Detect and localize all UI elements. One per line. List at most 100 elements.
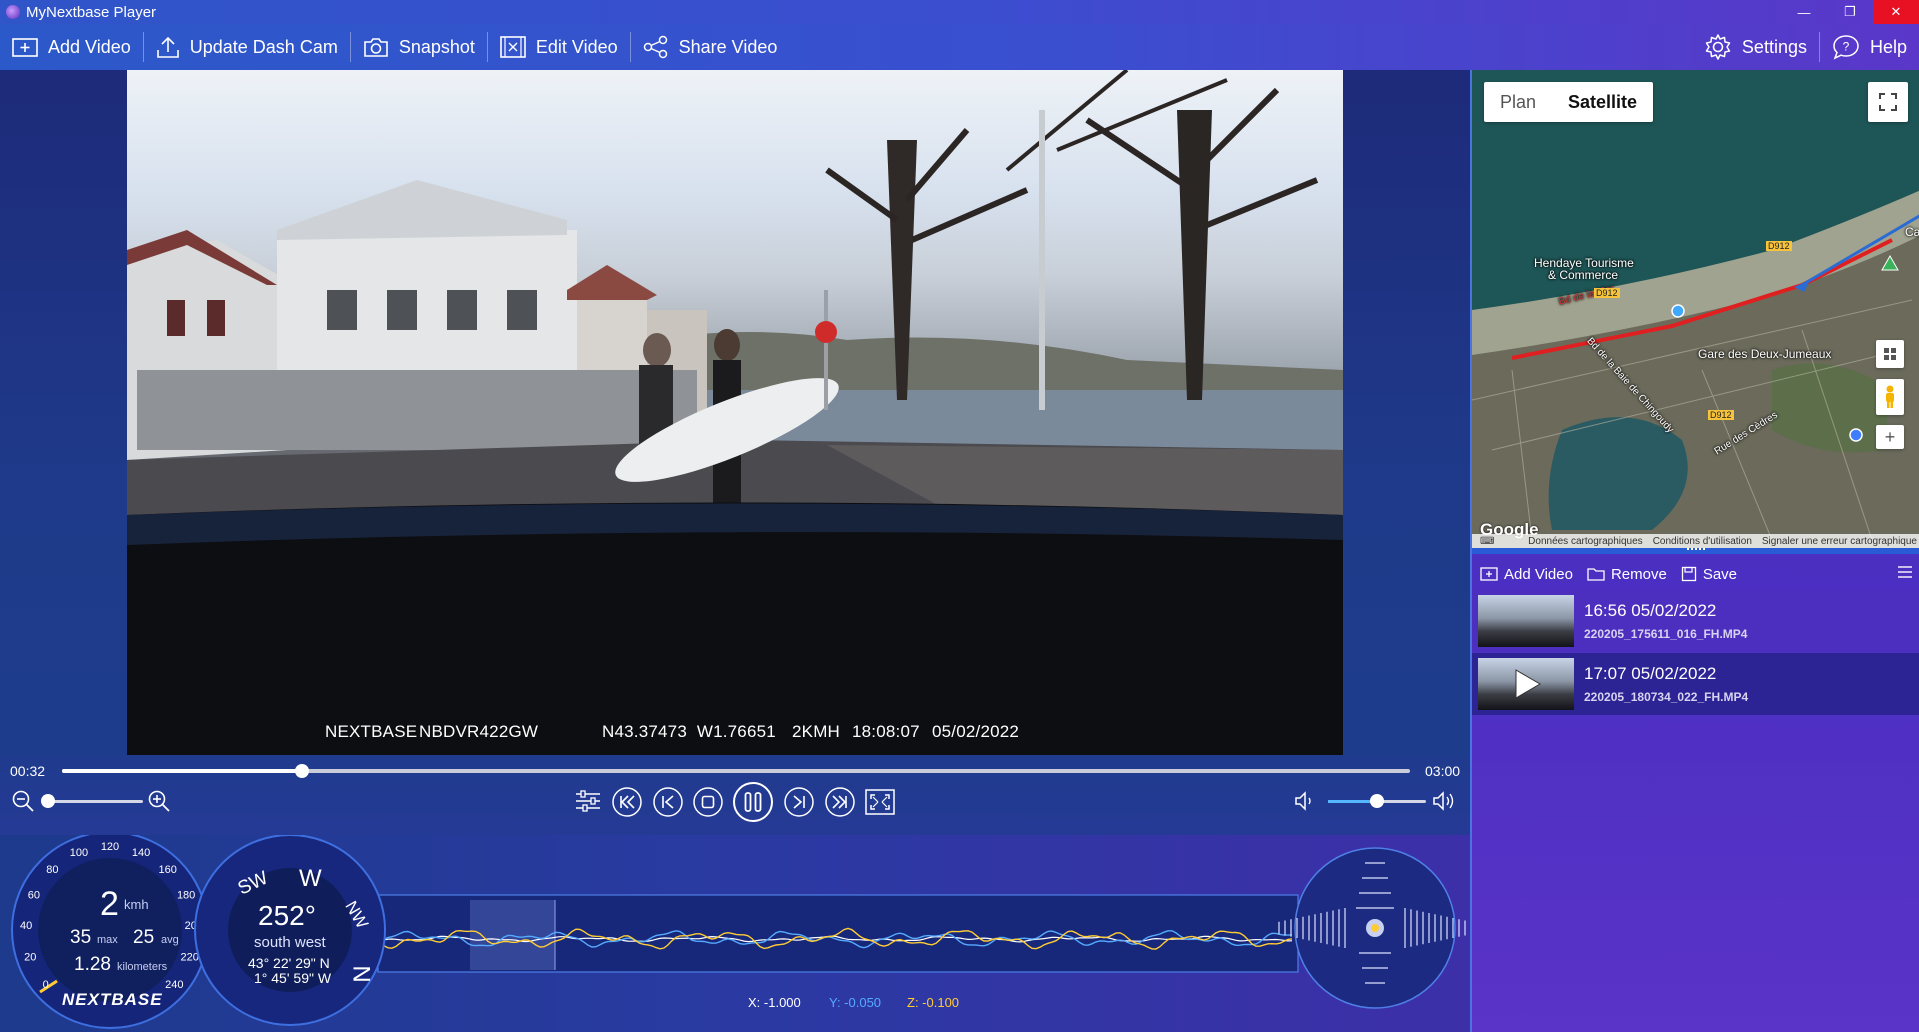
playlist-remove-button[interactable]: Remove bbox=[1587, 566, 1667, 583]
playlist-item[interactable]: 17:07 05/02/2022 220205_180734_022_FH.MP… bbox=[1472, 653, 1919, 715]
playlist-save-button[interactable]: Save bbox=[1681, 566, 1737, 583]
add-video-icon bbox=[12, 38, 38, 57]
zoom-slider-handle[interactable] bbox=[41, 794, 55, 808]
speed-tick-label: 40 bbox=[20, 920, 32, 932]
video-frame-image bbox=[127, 70, 1343, 755]
overlay-date: 05/02/2022 bbox=[932, 722, 1020, 741]
side-panel: Plan Satellite + Hendaye Tourisme & Comm… bbox=[1470, 70, 1919, 1032]
edit-video-label: Edit Video bbox=[535, 36, 618, 57]
distance-label: kilometers bbox=[117, 961, 168, 973]
keyboard-icon: ⌨ bbox=[1480, 535, 1495, 547]
progress-bar[interactable] bbox=[62, 764, 1410, 778]
snapshot-label: Snapshot bbox=[398, 36, 475, 57]
playlist-save-label: Save bbox=[1702, 565, 1738, 583]
pause-button[interactable] bbox=[732, 781, 774, 823]
next-frame-button[interactable] bbox=[783, 786, 815, 818]
map-road-badge: D912 bbox=[1594, 288, 1620, 298]
playlist-item-filename: 220205_175611_016_FH.MP4 bbox=[1584, 627, 1748, 641]
map-layers-button[interactable] bbox=[1876, 340, 1904, 368]
street-view-button[interactable] bbox=[1876, 379, 1904, 415]
total-time: 03:00 bbox=[1425, 763, 1461, 779]
minimize-button[interactable]: — bbox=[1781, 0, 1827, 24]
elapsed-time: 00:32 bbox=[10, 763, 46, 779]
playlist-toggle-button[interactable] bbox=[573, 787, 603, 815]
map-type-toggle: Plan Satellite bbox=[1484, 82, 1654, 122]
video-player[interactable]: NEXTBASE NBDVR422GW N43.37473 W1.76651 2… bbox=[127, 70, 1343, 755]
camera-icon bbox=[364, 38, 388, 57]
avg-speed: 25 bbox=[133, 927, 155, 948]
map-attribution: ⌨ Données cartographiques Conditions d'u… bbox=[1472, 534, 1919, 548]
snapshot-button[interactable]: Snapshot bbox=[351, 24, 487, 70]
playlist-menu-button[interactable] bbox=[1897, 565, 1913, 583]
speed-tick-label: 140 bbox=[132, 847, 150, 859]
map-zoom-in-button[interactable]: + bbox=[1876, 425, 1904, 449]
map-road-badge: D912 bbox=[1708, 410, 1734, 420]
playlist-item[interactable]: 16:56 05/02/2022 220205_175611_016_FH.MP… bbox=[1472, 590, 1919, 652]
close-button[interactable]: ✕ bbox=[1873, 0, 1919, 24]
satellite-map-image bbox=[1472, 70, 1919, 548]
help-button[interactable]: ? Help bbox=[1820, 24, 1919, 70]
panel-resize-handle[interactable] bbox=[1472, 548, 1919, 554]
speed-tick-label: 100 bbox=[70, 847, 88, 859]
level-indicator-dot bbox=[1371, 924, 1379, 932]
share-video-button[interactable]: Share Video bbox=[631, 24, 790, 70]
expand-icon bbox=[1879, 93, 1897, 111]
zoom-out-button[interactable] bbox=[10, 788, 36, 814]
volume-slider-handle[interactable] bbox=[1370, 794, 1384, 808]
map-fullscreen-button[interactable] bbox=[1868, 82, 1908, 122]
map-type-satellite[interactable]: Satellite bbox=[1552, 82, 1653, 122]
zoom-in-button[interactable] bbox=[146, 788, 172, 814]
skip-to-start-button[interactable] bbox=[611, 786, 643, 818]
gsensor-z-value: Z: -0.100 bbox=[907, 995, 960, 1010]
volume-up-button[interactable] bbox=[1431, 788, 1459, 814]
gsensor-position-window bbox=[470, 900, 555, 970]
share-icon bbox=[643, 35, 667, 59]
play-icon bbox=[1515, 669, 1541, 699]
toolbar: Add Video Update Dash Cam Snapshot Edit … bbox=[0, 24, 1919, 70]
settings-button[interactable]: Settings bbox=[1692, 24, 1819, 70]
playback-controls: 00:32 03:00 bbox=[0, 755, 1470, 835]
map-type-plan[interactable]: Plan bbox=[1484, 82, 1552, 122]
speed-tick-label: 0 bbox=[43, 979, 49, 991]
distance-value: 1.28 bbox=[74, 954, 111, 975]
svg-text:?: ? bbox=[1843, 40, 1850, 54]
speed-tick-label: 20 bbox=[24, 951, 36, 963]
edit-video-button[interactable]: Edit Video bbox=[488, 24, 630, 70]
terms-link[interactable]: Conditions d'utilisation bbox=[1653, 536, 1752, 547]
speed-unit: kmh bbox=[124, 897, 149, 912]
window-title: MyNextbase Player bbox=[26, 3, 157, 21]
video-panel: NEXTBASE NBDVR422GW N43.37473 W1.76651 2… bbox=[0, 70, 1470, 755]
map-label-edge: Ca bbox=[1905, 225, 1919, 239]
zoom-slider[interactable] bbox=[48, 800, 143, 803]
pause-icon bbox=[733, 782, 773, 822]
update-dash-cam-button[interactable]: Update Dash Cam bbox=[144, 24, 350, 70]
report-error-link[interactable]: Signaler une erreur cartographique bbox=[1762, 536, 1917, 547]
map-road-badge: D912 bbox=[1766, 241, 1792, 251]
plus-icon: + bbox=[1884, 426, 1896, 447]
playlist-toolbar: Add Video Remove Save bbox=[1472, 558, 1919, 590]
nextbase-logo: NEXTBASE bbox=[62, 990, 163, 1009]
speed-tick-label: 160 bbox=[158, 864, 176, 876]
speed-tick-label: 240 bbox=[165, 979, 183, 991]
skip-to-end-button[interactable] bbox=[824, 786, 856, 818]
overlay-coordinates: N43.37473 W1.76651 bbox=[602, 722, 776, 741]
title-bar: MyNextbase Player — ❐ ✕ bbox=[0, 0, 1919, 24]
max-label: max bbox=[97, 934, 118, 946]
previous-frame-button[interactable] bbox=[652, 786, 684, 818]
app-logo-icon bbox=[6, 5, 20, 19]
map-data-link[interactable]: Données cartographiques bbox=[1528, 536, 1643, 547]
current-speed: 2 bbox=[100, 885, 119, 923]
skip-back-icon bbox=[612, 787, 642, 817]
fullscreen-video-button[interactable] bbox=[864, 787, 896, 817]
add-video-button[interactable]: Add Video bbox=[0, 24, 143, 70]
speed-tick-label: 120 bbox=[101, 841, 119, 853]
stop-button[interactable] bbox=[692, 786, 724, 818]
progress-handle[interactable] bbox=[294, 764, 309, 778]
speaker-low-icon bbox=[1295, 791, 1311, 811]
restore-button[interactable]: ❐ bbox=[1827, 0, 1873, 24]
playlist-add-video-button[interactable]: Add Video bbox=[1480, 566, 1573, 583]
hamburger-icon bbox=[1898, 566, 1912, 578]
share-video-label: Share Video bbox=[678, 36, 778, 57]
volume-down-button[interactable] bbox=[1292, 788, 1318, 814]
map-view[interactable]: Plan Satellite + Hendaye Tourisme & Comm… bbox=[1472, 70, 1919, 548]
